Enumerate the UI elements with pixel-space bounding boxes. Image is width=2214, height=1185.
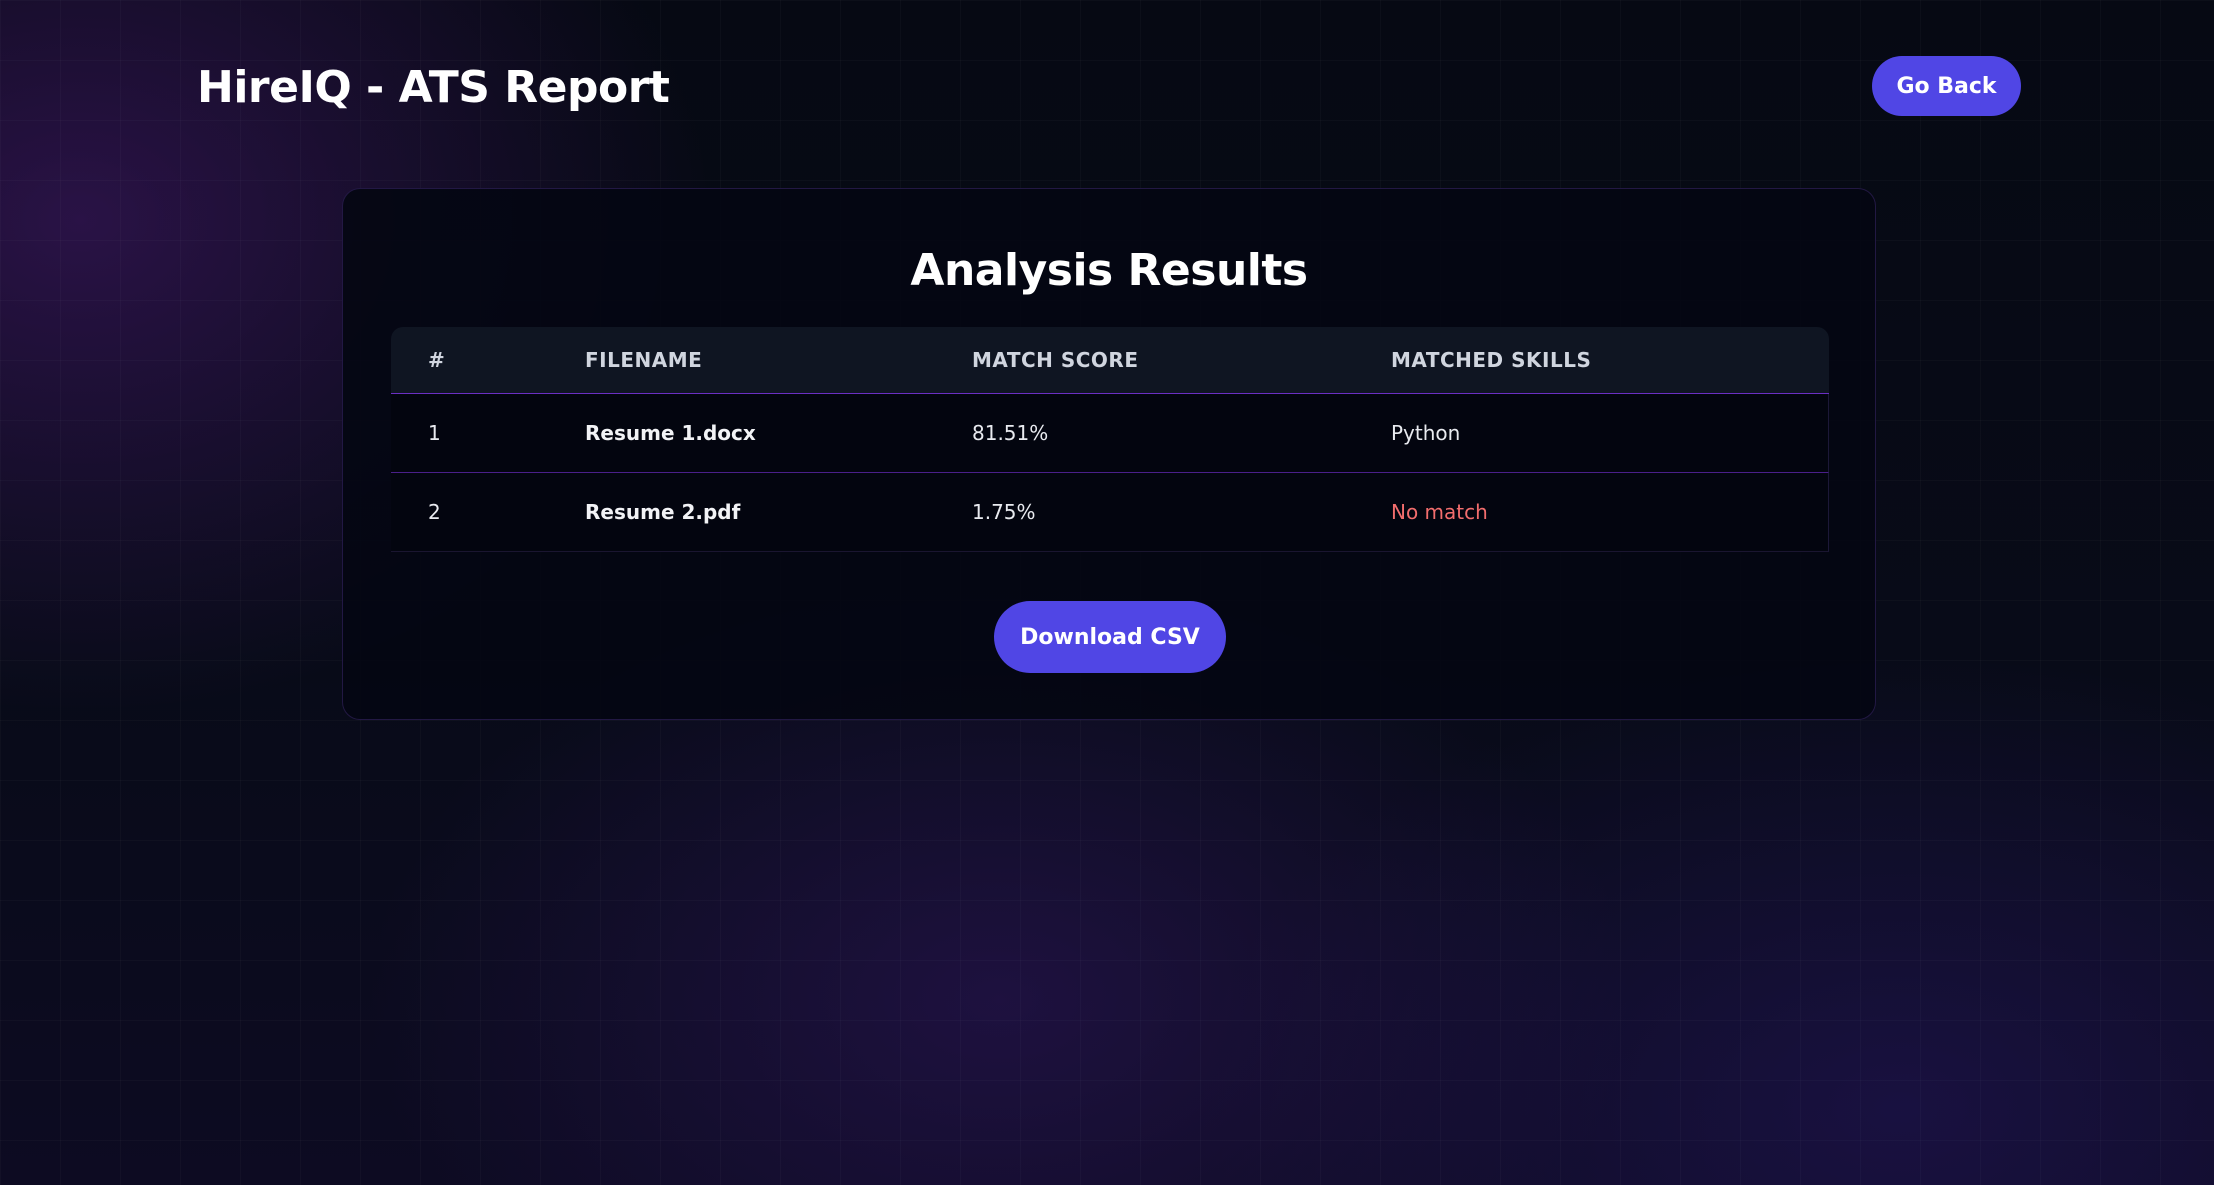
download-csv-button[interactable]: Download CSV (994, 601, 1226, 673)
app-title: HireIQ - ATS Report (197, 62, 670, 113)
results-title: Analysis Results (910, 245, 1308, 296)
table-row: 1 Resume 1.docx 81.51% Python (391, 394, 1829, 473)
row-match-score: 81.51% (935, 394, 1354, 473)
row-matched-skills-no-match: No match (1354, 473, 1829, 552)
results-table: # FILENAME MATCH SCORE MATCHED SKILLS 1 … (391, 327, 1829, 552)
column-header-filename: FILENAME (548, 327, 935, 394)
go-back-button[interactable]: Go Back (1872, 56, 2021, 116)
column-header-match-score: MATCH SCORE (935, 327, 1354, 394)
table-header: # FILENAME MATCH SCORE MATCHED SKILLS (391, 327, 1829, 394)
column-header-index: # (391, 327, 548, 394)
row-index: 2 (391, 473, 548, 552)
table-header-row: # FILENAME MATCH SCORE MATCHED SKILLS (391, 327, 1829, 394)
table-body: 1 Resume 1.docx 81.51% Python 2 Resume 2… (391, 394, 1829, 552)
row-index: 1 (391, 394, 548, 473)
row-matched-skills: Python (1354, 394, 1829, 473)
table-row: 2 Resume 2.pdf 1.75% No match (391, 473, 1829, 552)
row-filename: Resume 1.docx (548, 394, 935, 473)
results-card: Analysis Results # FILENAME MATCH SCORE … (342, 188, 1876, 720)
row-filename: Resume 2.pdf (548, 473, 935, 552)
column-header-matched-skills: MATCHED SKILLS (1354, 327, 1829, 394)
row-match-score: 1.75% (935, 473, 1354, 552)
